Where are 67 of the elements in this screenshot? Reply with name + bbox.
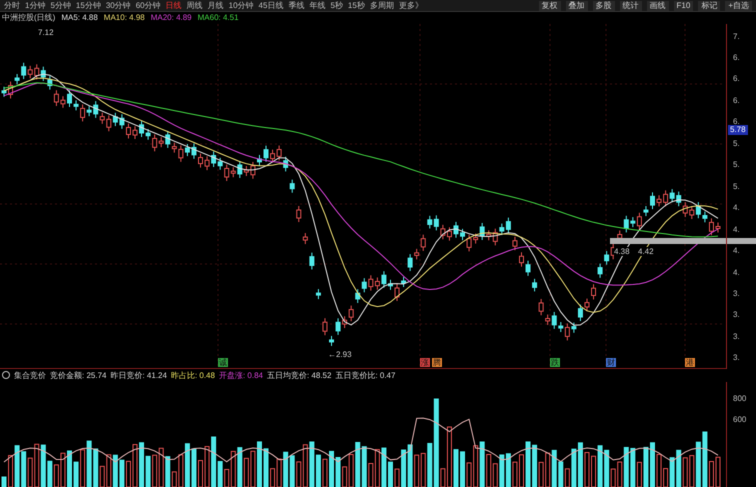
period-tab[interactable]: 15分钟 (76, 0, 101, 11)
auction-stat: 昨占比: 0.48 (170, 370, 215, 381)
auction-stat: 五日竞价比: 0.47 (335, 370, 396, 381)
price-axis-label: 3. (733, 310, 741, 320)
period-tab[interactable]: 更多》 (398, 0, 423, 11)
period-tab[interactable]: 月线 (208, 0, 224, 11)
price-axis-label: 5. (733, 182, 741, 191)
period-tab[interactable]: 日线 (166, 0, 182, 11)
event-marker[interactable]: 诚 (218, 358, 228, 367)
period-tab[interactable]: 60分钟 (136, 0, 161, 11)
period-tab[interactable]: 10分钟 (228, 0, 254, 11)
ma-value: MA5: 4.88 (61, 13, 98, 22)
last-price-badge: 5.78 (728, 124, 748, 135)
auction-stat: 开盘涨: 0.84 (218, 370, 263, 381)
price-axis-label: 6. (733, 52, 741, 62)
range-label: 4.42 (638, 246, 654, 256)
toolbar-button[interactable]: 复权 (538, 0, 561, 10)
price-axis-label: 3. (733, 288, 741, 298)
period-tab[interactable]: 1分钟 (25, 0, 46, 11)
auction-stat: 五日均竞价: 48.52 (266, 370, 332, 381)
stock-title: 中洲控股(日线) (2, 12, 56, 24)
price-axis-label: 3. (733, 353, 741, 362)
toolbar-button[interactable]: 统计 (620, 0, 642, 10)
toolbar-button[interactable]: 多股 (592, 0, 615, 10)
price-axis-label: 6. (733, 117, 740, 126)
toolbar-button[interactable]: 画线 (646, 0, 669, 10)
circle-icon (2, 371, 10, 380)
low-price-label: ←2.93 (328, 350, 352, 359)
period-tab[interactable]: 5秒 (330, 0, 343, 11)
toolbar-button[interactable]: +自选 (725, 0, 752, 10)
price-axis-label: 6. (733, 96, 741, 105)
period-tab[interactable]: 多周期 (370, 0, 394, 11)
range-label: 4.38 (614, 246, 630, 256)
price-axis-label: 4. (733, 203, 741, 212)
toolbar-button[interactable]: 叠加 (566, 0, 588, 10)
event-marker[interactable]: 港 (685, 358, 695, 367)
period-tab[interactable]: 年线 (309, 0, 326, 11)
auction-stat: 竞价金额: 25.74 (50, 370, 106, 381)
period-tab[interactable]: 季线 (288, 0, 304, 11)
event-marker[interactable]: 跌 (550, 358, 560, 367)
period-tab[interactable]: 周线 (186, 0, 203, 11)
period-tab[interactable]: 15秒 (348, 0, 365, 11)
volume-axis-label: 800 (733, 394, 748, 403)
price-axis-label: 4. (733, 268, 741, 277)
ma-value: MA20: 4.89 (150, 13, 192, 22)
ma-value: MA60: 4.51 (198, 13, 239, 22)
volume-axis-label: 600 (733, 415, 748, 424)
price-axis-label: 5. (733, 138, 741, 148)
price-axis-label: 6. (733, 74, 741, 84)
event-marker[interactable]: 财 (606, 358, 616, 367)
panel-title: 集合竞价 (14, 370, 46, 381)
period-tab[interactable]: 分时 (4, 0, 20, 11)
event-marker[interactable]: 涨 (420, 358, 430, 367)
price-axis-label: 4. (733, 246, 741, 256)
auction-stat: 昨日竞价: 41.24 (110, 370, 167, 381)
period-tab[interactable]: 45日线 (258, 0, 284, 11)
event-marker[interactable]: 腾 (432, 358, 442, 367)
period-tab[interactable]: 5分钟 (50, 0, 71, 11)
price-axis-label: 7. (733, 32, 741, 41)
toolbar-button[interactable]: F10 (674, 0, 694, 10)
price-axis-label: 3. (733, 332, 741, 341)
period-tab[interactable]: 30分钟 (106, 0, 131, 11)
high-price-label: 7.12 (38, 28, 54, 37)
price-axis-label: 5. (733, 160, 741, 170)
price-axis-label: 4. (733, 224, 741, 234)
ma-value: MA10: 4.98 (104, 13, 145, 22)
toolbar-button[interactable]: 标记 (698, 0, 720, 10)
